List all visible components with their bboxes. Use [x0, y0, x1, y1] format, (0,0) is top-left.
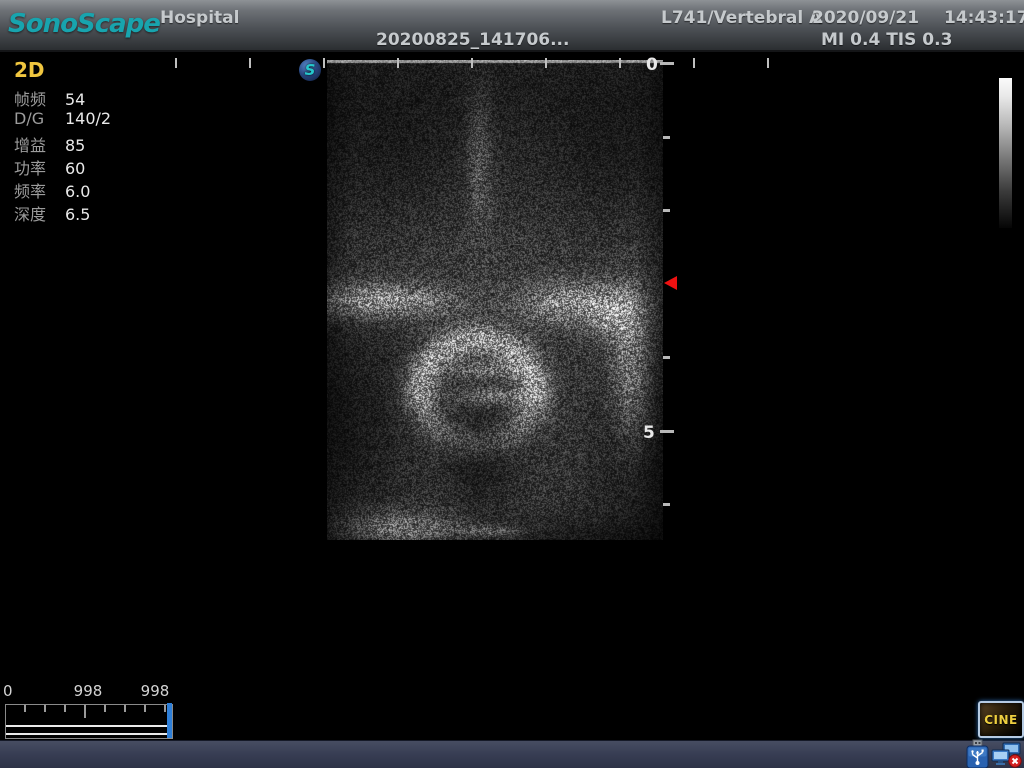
- top-bar: SonoScape Hospital 20200825_141706... L7…: [0, 0, 1024, 52]
- param-value: 6.0: [65, 182, 90, 201]
- width-ruler: [0, 58, 1024, 70]
- cine-position-marker[interactable]: [167, 703, 172, 738]
- grayscale-bar: [999, 78, 1012, 228]
- sonoscape-s-letter: S: [305, 63, 316, 78]
- param-value: 85: [65, 136, 85, 155]
- param-row-framerate: 帧频54: [14, 86, 111, 109]
- probe-preset-label: L741/Vertebral A: [661, 8, 822, 28]
- param-label: 深度: [14, 201, 65, 225]
- sonoscape-s-icon: S: [299, 59, 321, 81]
- ultrasound-screen: SonoScape Hospital 20200825_141706... L7…: [0, 0, 1024, 768]
- param-row-power: 功率60: [14, 155, 111, 178]
- cine-mid-frame: 998: [70, 682, 106, 700]
- param-label: 增益: [14, 132, 65, 156]
- taskbar: [0, 740, 1024, 768]
- usb-device-icon[interactable]: [966, 739, 989, 768]
- param-label: D/G: [14, 109, 65, 128]
- cine-loop-bar: 0 998 998: [0, 680, 200, 740]
- exam-id: 20200825_141706...: [376, 30, 569, 50]
- system-clock: 14:43:17: [944, 8, 1024, 28]
- param-row-dg: D/G140/2: [14, 109, 111, 132]
- network-disconnected-icon[interactable]: [991, 742, 1023, 768]
- param-row-depth: 深度6.5: [14, 201, 111, 224]
- param-label: 帧频: [14, 86, 65, 110]
- image-parameters-panel: 2D 帧频54 D/G140/2 增益85 功率60 频率6.0 深度6.5: [14, 58, 111, 224]
- param-label: 功率: [14, 155, 65, 179]
- param-value: 60: [65, 159, 85, 178]
- param-row-gain: 增益85: [14, 132, 111, 155]
- param-value: 140/2: [65, 109, 111, 128]
- param-row-frequency: 频率6.0: [14, 178, 111, 201]
- cine-button-label: CINE: [984, 713, 1018, 727]
- cine-start-frame: 0: [3, 682, 13, 700]
- mi-tis-readout: MI 0.4 TIS 0.3: [821, 30, 952, 50]
- cine-button[interactable]: CINE: [978, 701, 1024, 738]
- ultrasound-image: [327, 60, 663, 540]
- param-value: 6.5: [65, 205, 90, 224]
- hospital-name: Hospital: [160, 8, 239, 28]
- brand-logo: SonoScape: [8, 9, 160, 39]
- cine-progress-line: [6, 725, 170, 735]
- param-label: 频率: [14, 178, 65, 202]
- focus-position-marker: [664, 276, 677, 290]
- param-value: 54: [65, 90, 85, 109]
- cine-ruler: [5, 704, 173, 739]
- cine-end-frame: 998: [137, 682, 173, 700]
- system-date: 2020/09/21: [812, 8, 919, 28]
